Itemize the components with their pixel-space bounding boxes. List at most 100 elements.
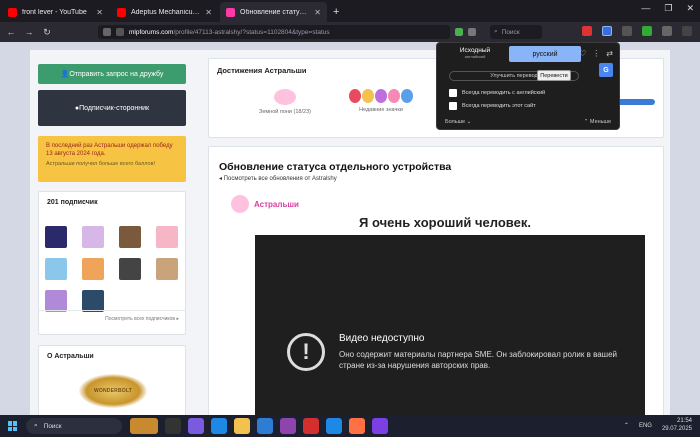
- heart-icon[interactable]: ♡: [579, 49, 586, 58]
- new-tab-button[interactable]: +: [333, 6, 339, 18]
- more-button[interactable]: Больше ⌄: [445, 119, 471, 125]
- avatar[interactable]: [82, 290, 104, 312]
- tab-title: front lever - YouTube: [22, 8, 87, 16]
- see-all-subscribers-link[interactable]: Посмотреть всех подписчиков ▸: [105, 316, 179, 322]
- windows-taskbar: ⌕ Поиск ⌃ ENG 21:54 29.07.2025: [0, 415, 700, 437]
- youtube-icon: [117, 7, 126, 17]
- address-bar[interactable]: mlpforums.com/profile/47113-astralshy/?s…: [98, 25, 450, 39]
- recent-badges[interactable]: Недавние значки: [349, 89, 413, 113]
- minimize-icon[interactable]: —: [641, 3, 650, 14]
- close-icon[interactable]: ✕: [96, 8, 103, 17]
- translate-extension-icon[interactable]: [602, 26, 612, 36]
- badge-row: [349, 89, 413, 103]
- maximize-icon[interactable]: ❐: [664, 3, 672, 14]
- video-error-message: Оно содержит материалы партнера SME. Он …: [339, 350, 618, 370]
- windows-start-icon[interactable]: [8, 421, 18, 431]
- translate-page-icon[interactable]: [455, 28, 463, 36]
- yandex-icon[interactable]: [303, 418, 319, 434]
- avatar[interactable]: [45, 290, 67, 312]
- status-text: Я очень хороший человек.: [359, 215, 531, 230]
- avatar[interactable]: [119, 258, 141, 280]
- author-name[interactable]: Астральши: [254, 200, 299, 209]
- close-window-icon[interactable]: ✕: [686, 3, 694, 14]
- close-icon[interactable]: ✕: [314, 8, 321, 17]
- pony-badge-icon: [401, 89, 413, 103]
- reload-icon[interactable]: ↻: [42, 27, 52, 38]
- achievement-rank[interactable]: Земной пони (18/23): [259, 89, 311, 115]
- always-translate-site[interactable]: Всегда переводить этот сайт: [449, 102, 536, 110]
- store-icon[interactable]: [257, 418, 273, 434]
- winner-notice: В последний раз Астральши одержал победу…: [38, 136, 186, 182]
- bookmark-icon[interactable]: [468, 28, 476, 36]
- notice-subtext: Астральши получил больше всего баллов!: [46, 161, 156, 167]
- embedded-video[interactable]: ! Видео недоступно Оно содержит материал…: [255, 235, 645, 415]
- tab-mlp-status[interactable]: Обновление статуса сингла от ✕: [220, 2, 327, 22]
- avatar[interactable]: [82, 258, 104, 280]
- achievement-label: Недавние значки: [359, 107, 403, 113]
- alert-icon: !: [287, 333, 325, 371]
- status-author[interactable]: Астральши: [231, 195, 299, 213]
- tab-title: Обновление статуса сингла от: [240, 8, 309, 16]
- avatar[interactable]: [119, 226, 141, 248]
- file-explorer-icon[interactable]: [234, 418, 250, 434]
- task-view-icon[interactable]: [165, 418, 181, 434]
- heart-badge-icon: [349, 89, 361, 103]
- checkbox[interactable]: [449, 102, 457, 110]
- page-title: Обновление статуса отдельного устройства: [219, 161, 452, 173]
- avatar[interactable]: [45, 226, 67, 248]
- video-error-title: Видео недоступно: [339, 333, 425, 344]
- source-language-button[interactable]: Исходный английский: [445, 47, 505, 59]
- target-language-button[interactable]: русский: [509, 46, 581, 62]
- swap-icon[interactable]: ⇄: [606, 49, 613, 58]
- checkbox[interactable]: [449, 89, 457, 97]
- lock-icon[interactable]: [116, 28, 124, 36]
- tab-youtube-adeptus[interactable]: Adeptus Mechanicus - Omnissi ✕: [111, 2, 218, 22]
- shield-icon[interactable]: [642, 26, 652, 36]
- page-info-icon[interactable]: [103, 28, 111, 36]
- popup-icons: ♡ ⋮ ⇄: [579, 49, 613, 58]
- widgets-icon[interactable]: [130, 418, 158, 434]
- always-translate-language[interactable]: Всегда переводить с английский: [449, 89, 545, 97]
- vscode-icon[interactable]: [326, 418, 342, 434]
- source-language-sub: английский: [464, 54, 486, 59]
- avatar[interactable]: [45, 258, 67, 280]
- system-tray: ⌃ ENG 21:54 29.07.2025: [624, 418, 692, 433]
- translate-popup: Исходный английский русский ♡ ⋮ ⇄ G Улуч…: [436, 42, 620, 130]
- logo-text: WONDERBOLT: [93, 388, 132, 394]
- app-icon[interactable]: [211, 418, 227, 434]
- language-indicator[interactable]: ENG: [639, 423, 652, 429]
- status-card: Обновление статуса отдельного устройства…: [208, 146, 664, 415]
- avatar[interactable]: [156, 258, 178, 280]
- less-button[interactable]: ⌃ Меньше: [584, 119, 611, 125]
- avatar[interactable]: [82, 226, 104, 248]
- menu-icon[interactable]: [682, 26, 692, 36]
- more-vert-icon[interactable]: ⋮: [592, 49, 600, 58]
- tab-youtube-front-lever[interactable]: front lever - YouTube ✕: [2, 2, 109, 22]
- app-icon[interactable]: [372, 418, 388, 434]
- firefox-icon[interactable]: [349, 418, 365, 434]
- avatar[interactable]: [231, 195, 249, 213]
- taskbar-search[interactable]: ⌕ Поиск: [26, 418, 122, 434]
- search-input[interactable]: ⌕ Поиск: [490, 25, 542, 39]
- visual-studio-icon[interactable]: [280, 418, 296, 434]
- app-icon[interactable]: [188, 418, 204, 434]
- clock-date: 29.07.2025: [661, 425, 692, 432]
- search-icon: ⌕: [494, 28, 498, 35]
- friend-request-button[interactable]: 👤 Отправить запрос на дружбу: [38, 64, 186, 84]
- mlp-forums-icon: [226, 7, 235, 17]
- back-to-updates-link[interactable]: ◂ Посмотреть все обновления от Astralshy: [219, 175, 337, 182]
- translate-button[interactable]: Перевести: [537, 70, 571, 81]
- extension-icon[interactable]: [622, 26, 632, 36]
- subscribers-title: 201 подписчик: [47, 199, 98, 206]
- avatar[interactable]: [156, 226, 178, 248]
- chevron-up-icon[interactable]: ⌃: [624, 422, 629, 429]
- ublock-icon[interactable]: [582, 26, 592, 36]
- star-badge-icon: [362, 89, 374, 103]
- about-card: О Астральши WONDERBOLT: [38, 345, 186, 415]
- forward-icon[interactable]: →: [24, 27, 34, 37]
- profile-icon[interactable]: [662, 26, 672, 36]
- follow-button[interactable]: ● Подписчик-сторонник: [38, 90, 186, 126]
- back-icon[interactable]: ←: [6, 27, 16, 37]
- clock[interactable]: 21:54 29.07.2025: [662, 418, 692, 433]
- close-icon[interactable]: ✕: [205, 8, 212, 17]
